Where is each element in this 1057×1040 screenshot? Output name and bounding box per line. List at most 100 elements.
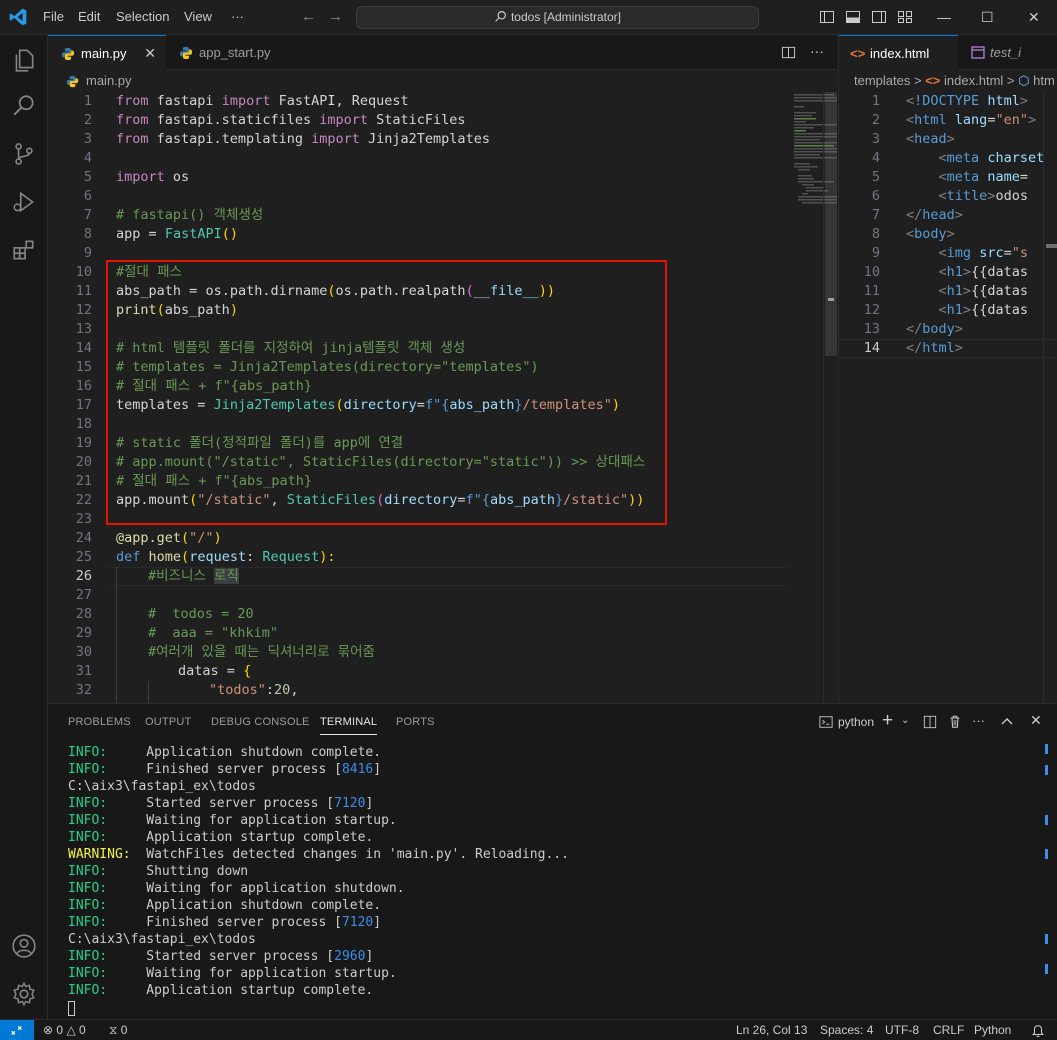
tab-label: app_start.py [199,45,271,60]
terminal-line: INFO: Waiting for application startup. [68,966,397,981]
explorer-icon[interactable] [11,47,37,73]
new-terminal-icon[interactable]: + [882,710,893,732]
code-editor[interactable]: 1 from fastapi import FastAPI, Request 2 f… [48,92,837,703]
ports-status[interactable]: ⧖ 0 [109,1020,127,1040]
toggle-primary-sidebar-icon[interactable] [819,9,835,25]
run-debug-icon[interactable] [11,189,37,215]
trash-icon[interactable] [948,714,962,729]
code-line: 1 from fastapi import FastAPI, Request [48,92,788,111]
toggle-secondary-sidebar-icon[interactable] [871,9,887,25]
panel: PROBLEMS OUTPUT DEBUG CONSOLE TERMINAL P… [48,703,1057,1019]
breadcrumb-file[interactable]: main.py [86,73,132,88]
code-text: def home(request: Request): [116,549,336,565]
chevron-down-icon[interactable]: ⌄ [901,715,909,726]
tab-main-py[interactable]: main.py ✕ [48,35,166,70]
code-line: 30 #여러개 있을 때는 딕셔너리로 묶어줌 [48,643,788,662]
cursor-position[interactable]: Ln 26, Col 13 [736,1020,807,1040]
code-text: </body> [906,321,963,337]
tab-test-i[interactable]: test_i [958,35,1057,70]
editor-tabs: main.py ✕ app_start.py ··· [48,35,837,70]
menu-more[interactable]: ··· [231,9,244,24]
code-text: <meta name= [938,169,1028,185]
minimize-icon[interactable]: — [937,9,951,25]
split-editor-icon[interactable] [781,45,796,60]
terminal-line: INFO: Finished server process [8416] [68,762,382,777]
terminal-name[interactable]: python [838,715,874,729]
more-actions-icon[interactable]: ··· [810,43,824,59]
tab-label: test_i [990,45,1022,60]
code-text: <title>odos [938,188,1028,204]
accounts-icon[interactable] [11,933,37,959]
editor-scrollbar[interactable] [823,92,837,703]
breadcrumb-separator: > [914,73,922,88]
line-number: 32 [75,682,92,698]
source-control-icon[interactable] [11,141,37,167]
tab-index-html[interactable]: <> index.html [839,35,958,70]
breadcrumb-folder[interactable]: templates [854,73,910,88]
code-comment: #여러개 있을 때는 딕셔너리로 묶어줌 [148,644,375,660]
split-terminal-icon[interactable] [923,715,937,729]
search-view-icon[interactable] [11,93,37,119]
close-window-icon[interactable]: ✕ [1028,9,1040,26]
menu-file[interactable]: File [43,9,64,24]
line-number: 4 [871,150,880,166]
menu-selection[interactable]: Selection [116,9,169,24]
forward-arrow-icon[interactable]: → [328,8,343,25]
customize-layout-icon[interactable] [897,9,913,25]
tab-debug-console[interactable]: DEBUG CONSOLE [211,716,310,728]
encoding[interactable]: UTF-8 [885,1020,919,1040]
tab-app-start-py[interactable]: app_start.py [166,35,296,70]
tab-terminal[interactable]: TERMINAL [320,716,378,735]
red-annotation-box [106,260,667,525]
indentation[interactable]: Spaces: 4 [820,1020,873,1040]
html-code-editor[interactable]: 1 <!DOCTYPE html> 2 <html lang="en"> 3 <head>… [839,92,1057,703]
line-number: 7 [83,207,92,223]
scrollbar-thumb[interactable] [825,92,837,356]
terminal-line: INFO: Application startup complete. [68,983,374,998]
code-line: 5 <meta name= [839,168,1057,187]
tab-problems[interactable]: PROBLEMS [68,716,131,728]
line-ending[interactable]: CRLF [933,1020,964,1040]
menu-edit[interactable]: Edit [78,9,100,24]
html-file-icon: <> [925,73,941,88]
close-tab-icon[interactable]: ✕ [144,36,156,71]
code-line: 1 <!DOCTYPE html> [839,92,1057,111]
command-center-search[interactable]: todos [Administrator] [356,6,759,29]
problems-status[interactable]: ⊗ 0 △ 0 [43,1020,86,1040]
terminal-line: INFO: Shutting down [68,864,249,879]
menu-view[interactable]: View [184,9,212,24]
code-comment: # todos = 20 [148,606,254,622]
code-text: <html lang="en"> [906,112,1037,128]
terminal-line: C:\aix3\fastapi_ex\todos [68,779,256,794]
code-line: 9 <img src="s [839,244,1057,263]
terminal-line: INFO: Finished server process [7120] [68,915,382,930]
close-panel-icon[interactable]: ✕ [1030,712,1042,729]
breadcrumb-file[interactable]: index.html [944,73,1003,88]
tab-ports[interactable]: PORTS [396,716,435,728]
terminal-icon [819,716,833,728]
code-text: <h1>{{datas [938,302,1028,318]
search-icon [495,11,506,22]
back-arrow-icon[interactable]: ← [301,8,316,25]
line-number: 28 [75,606,92,622]
remote-indicator[interactable] [0,1020,34,1040]
gear-icon[interactable] [11,981,37,1007]
code-text: <meta charset [938,150,1045,166]
language-mode[interactable]: Python [974,1020,1011,1040]
maximize-icon[interactable]: ☐ [981,9,994,26]
tab-output[interactable]: OUTPUT [145,716,191,728]
line-number: 12 [863,302,880,318]
maximize-panel-icon[interactable] [1001,716,1013,726]
notifications-icon[interactable] [1031,1024,1045,1038]
scrollbar-track[interactable] [1043,92,1044,703]
toggle-panel-icon[interactable] [845,9,861,25]
more-actions-icon[interactable]: ··· [972,713,985,728]
line-number: 7 [871,207,880,223]
terminal-output[interactable]: INFO: Application shutdown complete. INFO… [48,744,1038,1016]
breadcrumb-symbol[interactable]: htm [1033,73,1055,88]
code-line: 25 def home(request: Request): [48,548,788,567]
extensions-icon[interactable] [11,237,37,263]
code-line: 27 [48,586,788,605]
code-line: 3 from fastapi.templating import Jinja2Te… [48,130,788,149]
code-text: import os [116,169,190,185]
